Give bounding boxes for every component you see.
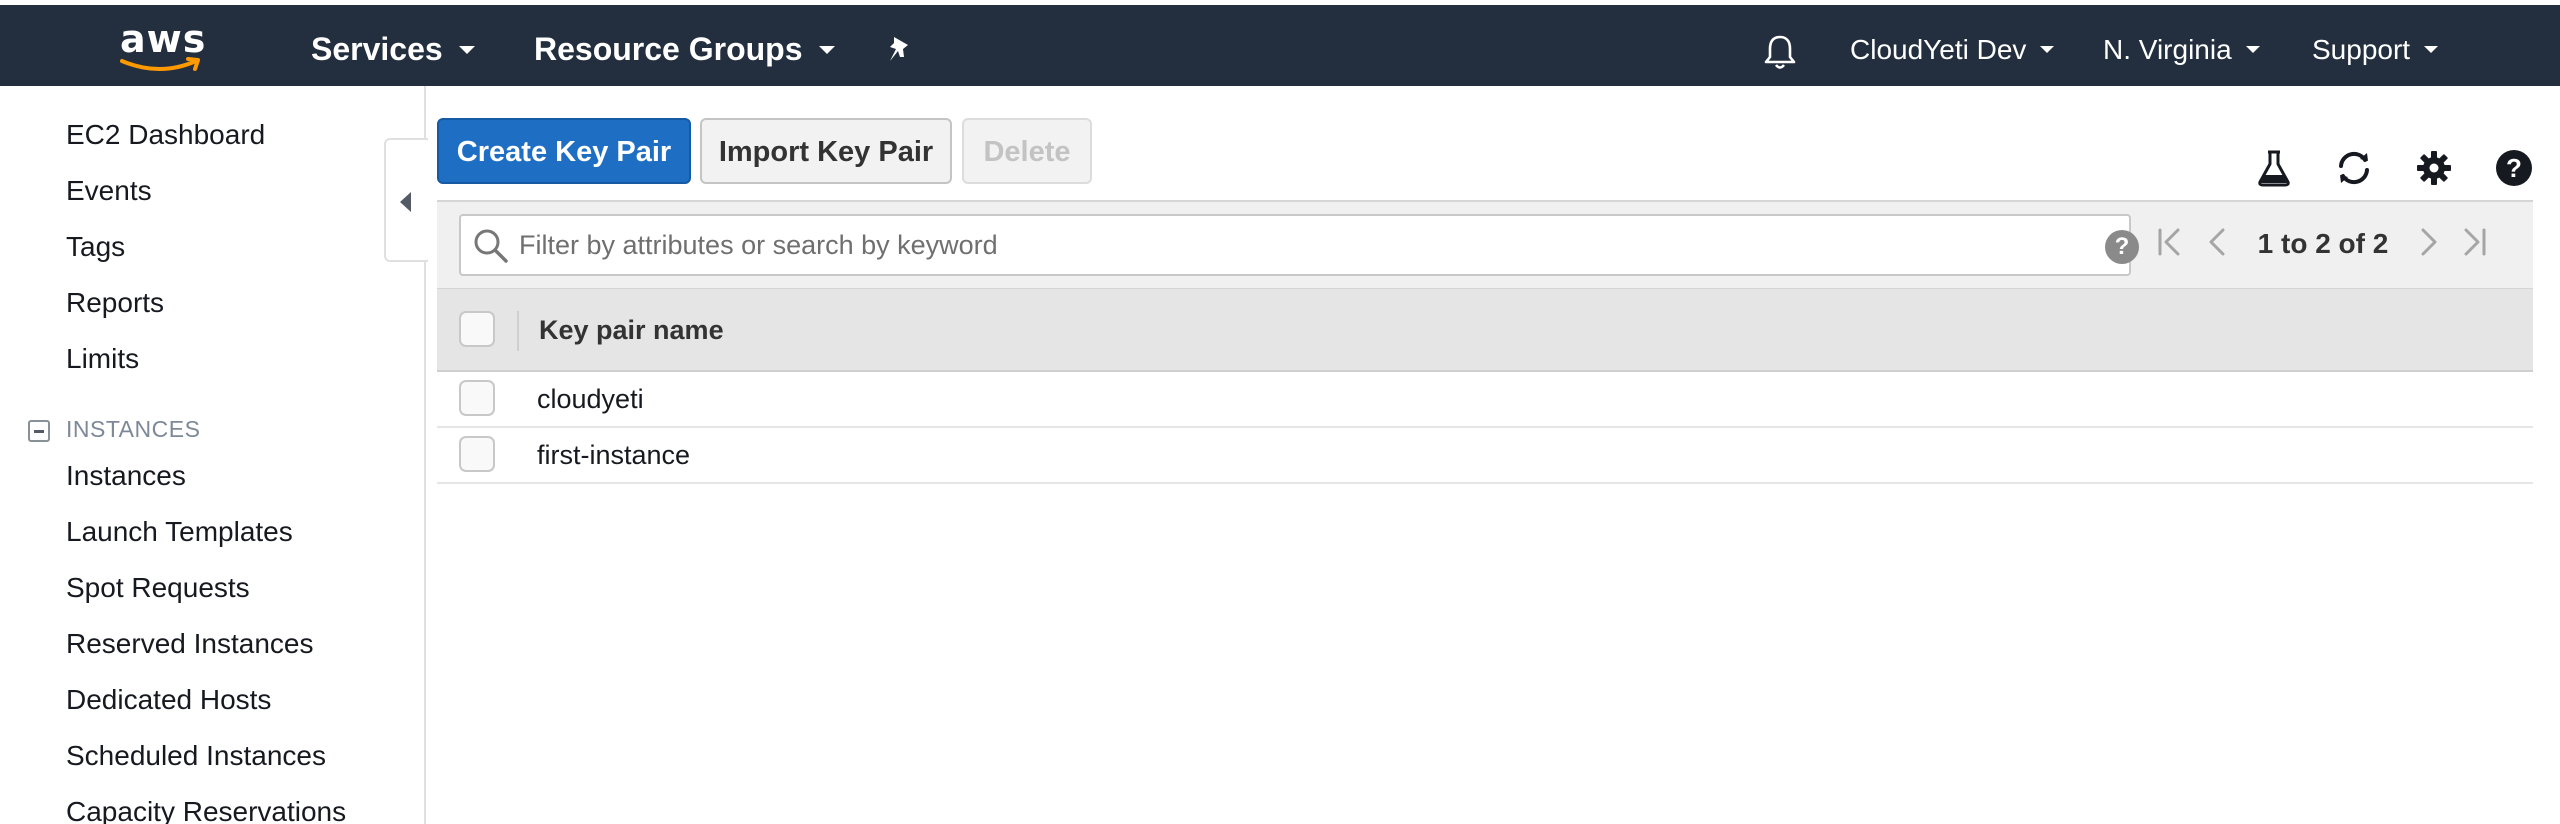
filter-help-icon[interactable]: ? <box>2105 230 2139 264</box>
sidebar-item-dedicated-hosts[interactable]: Dedicated Hosts <box>66 684 271 716</box>
sidebar-item-launch-templates[interactable]: Launch Templates <box>66 516 293 548</box>
create-key-pair-button[interactable]: Create Key Pair <box>437 118 691 184</box>
search-box[interactable]: ? <box>459 214 2139 276</box>
delete-button[interactable]: Delete <box>962 118 1092 184</box>
table-header-row: Key pair name <box>437 288 2533 372</box>
account-menu[interactable]: CloudYeti Dev <box>1850 30 2055 70</box>
services-menu[interactable]: Services <box>311 29 475 69</box>
chevron-down-icon <box>2424 46 2439 54</box>
sidebar-item-reserved-instances[interactable]: Reserved Instances <box>66 628 313 660</box>
flask-icon[interactable] <box>2254 148 2294 188</box>
account-label: CloudYeti Dev <box>1850 34 2027 65</box>
svg-text:?: ? <box>2506 153 2522 183</box>
sidebar-item-capacity-reservations[interactable]: Capacity Reservations <box>66 796 346 824</box>
select-all-checkbox[interactable] <box>459 311 495 347</box>
first-page-icon[interactable] <box>431 226 467 262</box>
sidebar-section-instances: INSTANCES <box>66 416 201 442</box>
row-checkbox[interactable] <box>459 380 495 416</box>
table-row[interactable]: cloudyeti <box>437 372 2533 428</box>
sidebar-item-instances[interactable]: Instances <box>66 460 186 492</box>
first-page-icon[interactable] <box>2152 224 2188 260</box>
pagination-status: 1 to 2 of 2 <box>2257 228 2389 259</box>
sidebar-item-ec2-dashboard[interactable]: EC2 Dashboard <box>66 119 265 151</box>
sidebar-item-events[interactable]: Events <box>66 175 152 207</box>
import-key-pair-button[interactable]: Import Key Pair <box>700 118 952 184</box>
table-row[interactable]: first-instance <box>437 428 2533 484</box>
aws-smile-icon <box>120 57 200 71</box>
region-menu[interactable]: N. Virginia <box>2103 30 2260 70</box>
resource-groups-menu[interactable]: Resource Groups <box>534 29 835 69</box>
chevron-down-icon <box>2040 46 2055 54</box>
last-page-icon[interactable] <box>2456 224 2492 260</box>
sidebar-item-reports[interactable]: Reports <box>66 287 164 319</box>
sidebar-item-limits[interactable]: Limits <box>66 343 139 375</box>
sidebar-item-scheduled-instances[interactable]: Scheduled Instances <box>66 740 326 772</box>
chevron-down-icon <box>458 45 475 54</box>
gear-icon[interactable] <box>2414 148 2454 188</box>
column-header-key-pair-name[interactable]: Key pair name <box>539 315 724 346</box>
sidebar-item-spot-requests[interactable]: Spot Requests <box>66 572 250 604</box>
services-label: Services <box>311 31 443 67</box>
column-divider <box>517 311 519 351</box>
bell-icon[interactable] <box>1762 33 1798 71</box>
refresh-icon[interactable] <box>2334 148 2374 188</box>
sidebar-collapse-toggle[interactable] <box>384 138 428 262</box>
previous-page-icon[interactable] <box>2200 224 2236 260</box>
support-label: Support <box>2312 34 2411 65</box>
sidebar: EC2 Dashboard Events Tags Reports Limits… <box>0 86 426 824</box>
resource-groups-label: Resource Groups <box>534 31 803 67</box>
pin-icon[interactable] <box>886 35 914 65</box>
aws-logo[interactable]: aws <box>118 17 208 79</box>
search-input[interactable] <box>519 222 2039 268</box>
top-navigation-bar: aws Services Resource Groups CloudYeti D… <box>0 0 2560 86</box>
chevron-down-icon <box>2245 46 2260 54</box>
support-menu[interactable]: Support <box>2312 30 2439 70</box>
sidebar-item-tags[interactable]: Tags <box>66 231 125 263</box>
region-label: N. Virginia <box>2103 34 2232 65</box>
search-icon <box>474 229 508 263</box>
key-pair-name-cell: first-instance <box>537 440 691 470</box>
chevron-down-icon <box>818 45 835 54</box>
help-icon[interactable]: ? <box>2494 148 2534 188</box>
collapse-section-icon[interactable] <box>28 420 50 442</box>
row-checkbox[interactable] <box>459 436 495 472</box>
key-pair-name-cell: cloudyeti <box>537 384 644 414</box>
next-page-icon[interactable] <box>2410 224 2446 260</box>
